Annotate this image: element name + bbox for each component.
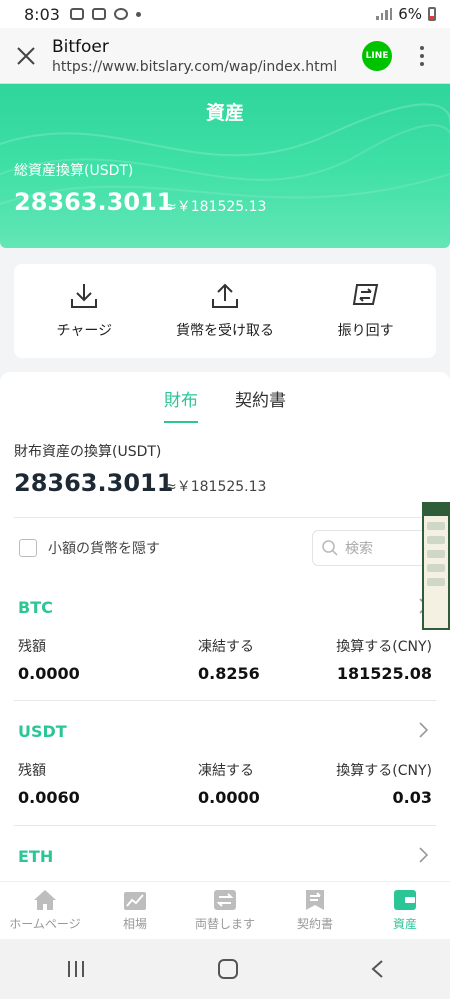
chevron-right-icon — [419, 722, 428, 738]
balance-value: 0.0060 — [18, 788, 80, 807]
frozen-label: 凍結する — [198, 763, 254, 779]
chevron-right-icon — [419, 847, 428, 863]
download-icon — [71, 284, 98, 308]
coin-name: USDT — [18, 722, 67, 741]
total-assets-amount: 28363.3011 — [14, 188, 174, 216]
divider — [14, 517, 436, 518]
nav-assets-label: 資産 — [392, 917, 417, 931]
nav-market-label: 相場 — [122, 917, 147, 931]
nav-market[interactable]: 相場 — [90, 882, 180, 939]
mail-icon — [69, 8, 84, 20]
more-notifications-icon — [135, 11, 141, 17]
exchange-icon — [214, 890, 236, 910]
balance-label: 残額 — [18, 639, 46, 655]
notification-icons — [69, 8, 141, 20]
nav-home-label: ホームページ — [9, 917, 81, 931]
page-title: 資産 — [205, 102, 244, 124]
frozen-label: 凍結する — [198, 639, 254, 655]
wallet-panel: 財布 契約書 財布資産の換算(USDT) 28363.3011 ≈￥181525… — [0, 372, 450, 892]
converted-value: 0.03 — [392, 788, 432, 807]
divider — [14, 825, 436, 826]
status-bar: 8:03 6% — [0, 0, 450, 28]
sync-icon — [113, 8, 128, 20]
wallet-assets-label: 財布資産の換算(USDT) — [14, 444, 162, 460]
balance-value: 0.0000 — [18, 664, 80, 683]
transfer-icon — [352, 284, 378, 305]
browser-address[interactable]: Bitfoer https://www.bitslary.com/wap/ind… — [52, 37, 362, 75]
coin-name: BTC — [18, 598, 53, 617]
nav-assets[interactable]: 資産 — [360, 882, 450, 939]
floating-ad-thumbnail[interactable] — [422, 502, 450, 630]
wallet-assets-approx: ≈￥181525.13 — [165, 479, 267, 495]
divider — [14, 700, 436, 701]
browser-toolbar: Bitfoer https://www.bitslary.com/wap/ind… — [0, 28, 450, 84]
home-icon — [34, 890, 56, 910]
action-card: チャージ 貨幣を受け取る 振り回す — [14, 264, 436, 358]
tab-contract[interactable]: 契約書 — [235, 386, 286, 411]
search-placeholder: 検索 — [345, 541, 373, 557]
total-assets-approx: ≈￥181525.13 — [165, 199, 267, 215]
transfer-button[interactable]: 振り回す — [295, 264, 436, 358]
battery-percent: 6% — [398, 5, 422, 23]
total-assets-label: 総資産換算(USDT) — [14, 163, 134, 179]
hide-small-label: 小額の貨幣を隠す — [48, 541, 160, 557]
receive-label: 貨幣を受け取る — [176, 323, 274, 339]
search-icon — [322, 540, 338, 556]
close-button[interactable] — [0, 28, 52, 84]
receive-button[interactable]: 貨幣を受け取る — [155, 264, 296, 358]
signal-icon — [376, 8, 393, 20]
browser-title: Bitfoer — [52, 36, 109, 57]
recent-apps-button[interactable] — [66, 960, 86, 978]
chart-icon — [124, 892, 146, 910]
more-menu-button[interactable] — [412, 45, 432, 66]
status-time: 8:03 — [24, 4, 60, 24]
tab-wallet[interactable]: 財布 — [164, 386, 198, 411]
wallet-icon — [394, 890, 416, 910]
nav-exchange-label: 両替します — [194, 917, 255, 931]
deposit-label: チャージ — [56, 323, 113, 339]
nav-contract-label: 契約書 — [296, 917, 333, 931]
deposit-button[interactable]: チャージ — [14, 264, 155, 358]
home-button[interactable] — [217, 958, 239, 980]
balance-label: 残額 — [18, 763, 46, 779]
transfer-label: 振り回す — [337, 323, 394, 339]
frozen-value: 0.8256 — [198, 664, 260, 683]
coin-row-btc[interactable]: BTC 残額 凍結する 換算する(CNY) 0.0000 0.8256 1815… — [0, 598, 450, 722]
hide-small-checkbox[interactable] — [19, 539, 37, 557]
search-input[interactable]: 検索 — [312, 530, 436, 566]
nav-contract[interactable]: 契約書 — [270, 882, 360, 939]
bottom-navigation: ホームページ 相場 両替します 契約書 資産 — [0, 881, 450, 939]
converted-label: 換算する(CNY) — [336, 763, 432, 779]
browser-url: https://www.bitslary.com/wap/index.html — [52, 58, 338, 75]
nav-home[interactable]: ホームページ — [0, 882, 90, 939]
system-navigation-bar — [0, 939, 450, 999]
nav-exchange[interactable]: 両替します — [180, 882, 270, 939]
coin-row-usdt[interactable]: USDT 残額 凍結する 換算する(CNY) 0.0060 0.0000 0.0… — [0, 722, 450, 846]
wallet-tabs: 財布 契約書 — [0, 386, 450, 426]
frozen-value: 0.0000 — [198, 788, 260, 807]
wallet-assets-amount: 28363.3011 — [14, 469, 174, 497]
contract-icon — [306, 890, 324, 910]
hide-small-toggle[interactable]: 小額の貨幣を隠す — [19, 538, 160, 558]
upload-icon — [212, 283, 238, 308]
back-button[interactable] — [370, 959, 384, 979]
converted-value: 181525.08 — [336, 664, 432, 683]
coin-name: ETH — [18, 847, 54, 866]
chat-icon — [91, 8, 106, 20]
converted-label: 換算する(CNY) — [336, 639, 432, 655]
battery-icon — [428, 7, 436, 21]
close-icon — [17, 46, 35, 65]
line-share-button[interactable]: LINE — [362, 40, 392, 71]
asset-header: 資産 総資産換算(USDT) 28363.3011 ≈￥181525.13 — [0, 84, 450, 248]
active-tab-indicator — [164, 421, 198, 423]
